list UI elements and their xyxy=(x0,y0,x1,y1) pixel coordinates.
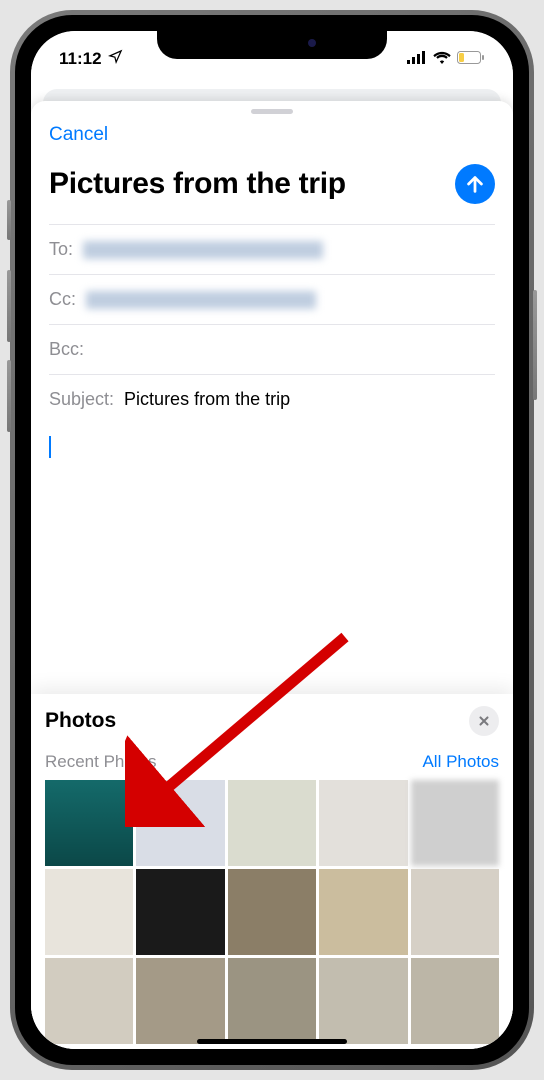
status-time: 11:12 xyxy=(59,49,102,69)
photo-thumb[interactable] xyxy=(411,869,499,955)
cc-field[interactable]: Cc: xyxy=(49,274,495,324)
photos-panel: Photos Recent Photos All Photos xyxy=(31,694,513,1049)
photo-thumb[interactable] xyxy=(319,780,407,866)
send-button[interactable] xyxy=(455,164,495,204)
photo-thumb[interactable] xyxy=(45,780,133,866)
bcc-label: Bcc: xyxy=(49,339,84,360)
cancel-button[interactable]: Cancel xyxy=(49,124,108,146)
photos-title: Photos xyxy=(45,709,116,733)
bcc-input[interactable] xyxy=(94,339,495,360)
to-value-redacted xyxy=(83,241,323,259)
wifi-icon xyxy=(433,49,451,69)
cellular-icon xyxy=(407,49,427,69)
bcc-field[interactable]: Bcc: xyxy=(49,324,495,374)
close-icon xyxy=(477,714,491,728)
compose-title: Pictures from the trip xyxy=(49,167,346,201)
battery-icon xyxy=(457,49,485,69)
recent-photos-label: Recent Photos xyxy=(45,752,157,772)
to-label: To: xyxy=(49,239,73,260)
photo-thumb[interactable] xyxy=(228,869,316,955)
photo-grid xyxy=(45,780,499,1044)
text-cursor xyxy=(49,436,51,458)
photo-thumb[interactable] xyxy=(136,958,224,1044)
photo-thumb[interactable] xyxy=(228,780,316,866)
subject-label: Subject: xyxy=(49,389,114,410)
to-field[interactable]: To: xyxy=(49,224,495,274)
photo-thumb[interactable] xyxy=(319,958,407,1044)
all-photos-button[interactable]: All Photos xyxy=(422,752,499,772)
message-body[interactable] xyxy=(49,424,495,475)
photo-thumb[interactable] xyxy=(411,958,499,1044)
photo-thumb[interactable] xyxy=(136,869,224,955)
subject-input[interactable] xyxy=(124,389,495,410)
photo-thumb[interactable] xyxy=(136,780,224,866)
subject-field[interactable]: Subject: xyxy=(49,374,495,424)
compose-sheet: Cancel Pictures from the trip To: Cc: xyxy=(31,101,513,1049)
photo-thumb[interactable] xyxy=(45,869,133,955)
home-indicator[interactable] xyxy=(197,1039,347,1044)
location-icon xyxy=(108,49,123,69)
close-photos-button[interactable] xyxy=(469,706,499,736)
photo-thumb[interactable] xyxy=(411,780,499,866)
arrow-up-icon xyxy=(464,173,486,195)
photo-thumb[interactable] xyxy=(45,958,133,1044)
photo-thumb[interactable] xyxy=(319,869,407,955)
photo-thumb[interactable] xyxy=(228,958,316,1044)
cc-label: Cc: xyxy=(49,289,76,310)
cc-value-redacted xyxy=(86,291,316,309)
